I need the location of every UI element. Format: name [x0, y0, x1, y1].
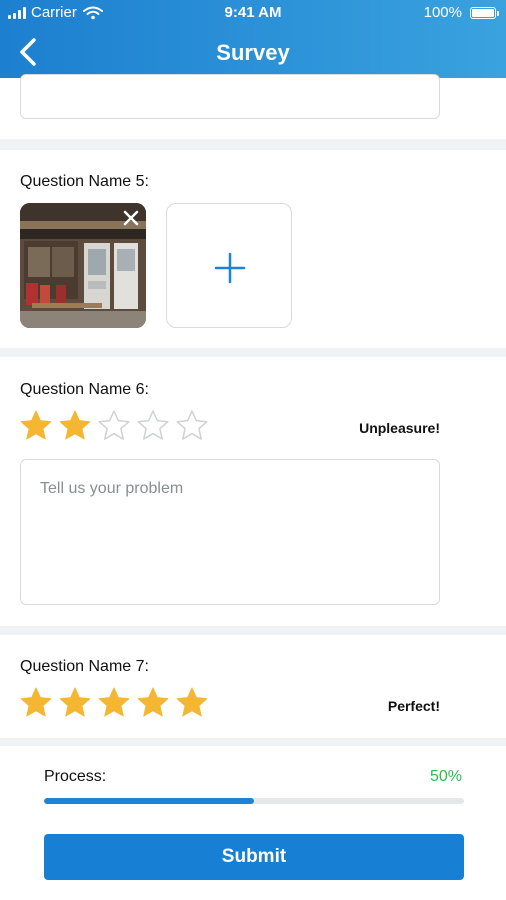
- textarea-placeholder: Tell us your problem: [40, 480, 184, 497]
- add-photo-button[interactable]: [166, 203, 292, 328]
- problem-textarea[interactable]: Tell us your problem: [20, 459, 440, 605]
- rating-text-q7: Perfect!: [387, 698, 440, 714]
- previous-answer-field[interactable]: [20, 74, 440, 119]
- close-icon[interactable]: [122, 209, 140, 227]
- question-5-label: Question Name 5:: [20, 173, 149, 190]
- star-filled-icon[interactable]: [96, 685, 132, 721]
- battery-icon: [470, 6, 499, 19]
- star-filled-icon[interactable]: [18, 408, 54, 444]
- rating-stars-q7[interactable]: [18, 685, 210, 721]
- star-filled-icon[interactable]: [57, 408, 93, 444]
- submit-button[interactable]: Submit: [44, 834, 464, 880]
- survey-footer: Process: 50% Submit: [0, 746, 506, 900]
- star-filled-icon[interactable]: [135, 685, 171, 721]
- page-title: Survey: [216, 40, 290, 65]
- star-filled-icon[interactable]: [174, 685, 210, 721]
- process-label: Process:: [44, 768, 107, 785]
- plus-icon: [214, 252, 246, 284]
- rating-stars-q6[interactable]: [18, 408, 210, 444]
- question-6-label: Question Name 6:: [20, 381, 149, 398]
- star-filled-icon[interactable]: [18, 685, 54, 721]
- process-value: 50%: [429, 768, 462, 785]
- question-card-4: [0, 74, 506, 139]
- rating-text-q6: Unpleasure!: [359, 420, 440, 436]
- question-card-5: Question Name 5:: [0, 150, 506, 348]
- question-7-label: Question Name 7:: [20, 658, 149, 675]
- star-filled-icon[interactable]: [57, 685, 93, 721]
- progress-bar: [44, 798, 464, 804]
- app-header: Carrier 9:41 AM 100% Survey: [0, 0, 506, 78]
- progress-fill: [44, 798, 254, 804]
- status-bar: Carrier 9:41 AM 100%: [0, 0, 506, 26]
- battery-percent: 100%: [423, 4, 462, 21]
- star-empty-icon[interactable]: [96, 408, 132, 444]
- attached-photo[interactable]: [20, 203, 146, 328]
- star-empty-icon[interactable]: [174, 408, 210, 444]
- question-card-7: Question Name 7: Perfect!: [0, 635, 506, 738]
- star-empty-icon[interactable]: [135, 408, 171, 444]
- question-card-6: Question Name 6: Unpleasure! Tell us you…: [0, 357, 506, 626]
- status-right: 100%: [423, 4, 499, 21]
